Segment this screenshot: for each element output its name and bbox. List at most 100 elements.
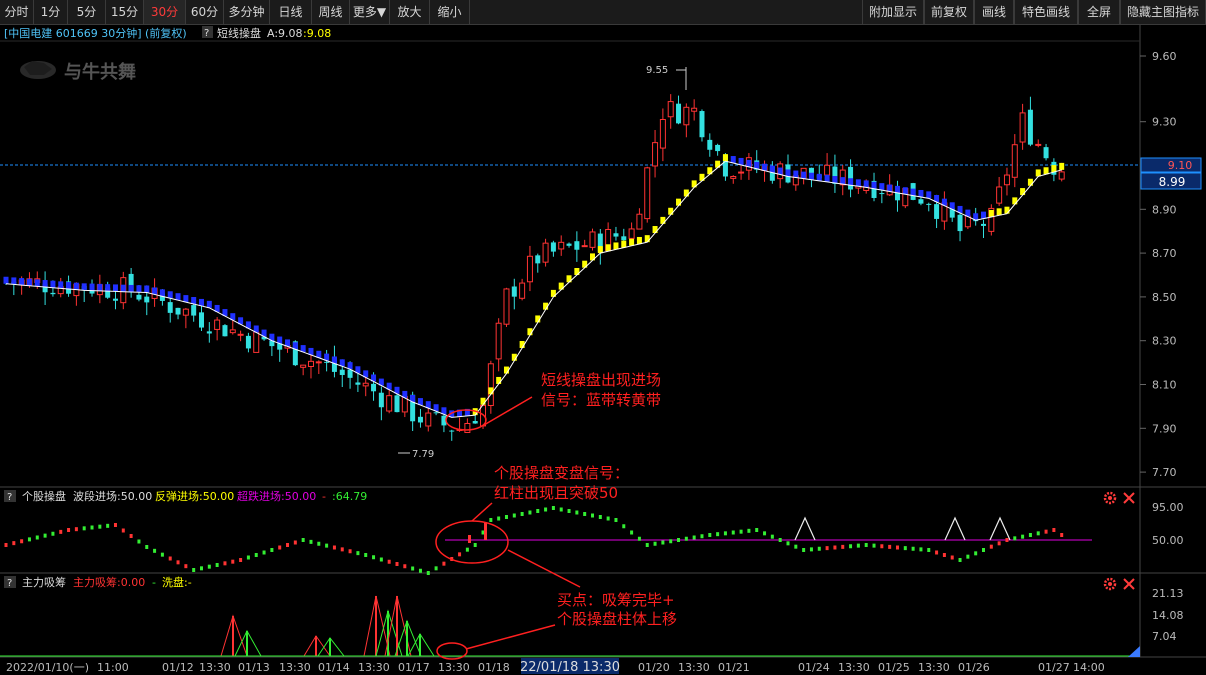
panel3-name: 主力吸筹	[22, 575, 66, 589]
band-segment	[1059, 162, 1065, 170]
toolbar-btn-4[interactable]: 30分	[144, 0, 186, 24]
panel2-dot	[856, 543, 860, 548]
panel2-dot	[286, 543, 290, 547]
panel2-dot	[332, 545, 336, 550]
band-segment	[629, 238, 635, 246]
toolbar-btn-8[interactable]: 周线	[312, 0, 350, 24]
panel2-dot	[614, 518, 618, 522]
panel2-dot	[551, 506, 555, 510]
panel2-signal-bar	[468, 535, 471, 543]
panel2-dot	[207, 564, 211, 569]
band-segment	[11, 277, 17, 285]
toolbar-right-btn-3[interactable]: 特色画线	[1014, 0, 1078, 24]
band-segment	[81, 283, 87, 291]
band-segment	[644, 235, 650, 243]
panel2-series-2: 反弹进场:50.00	[155, 489, 234, 503]
panel3-series-1: 主力吸筹:0.00	[73, 575, 145, 589]
toolbar-right-btn-5[interactable]: 隐藏主图指标	[1120, 0, 1206, 24]
panel2-dot	[458, 552, 462, 557]
panel2-dot	[215, 563, 219, 567]
panel2-dot	[888, 544, 892, 549]
y-tick-label: 8.50	[1152, 291, 1177, 304]
band-segment	[636, 236, 642, 244]
toolbar-btn-10[interactable]: 放大	[390, 0, 430, 24]
band-segment	[879, 183, 885, 191]
panel2-dot	[935, 550, 939, 555]
candle-body	[589, 231, 596, 248]
candle-body	[50, 292, 56, 295]
toolbar-right-btn-1[interactable]: 前复权	[924, 0, 974, 24]
toolbar-right-btn-4[interactable]: 全屏	[1078, 0, 1120, 24]
toolbar: 分时 1分 5分 15分 30分 60分 多分钟 日线 周线 更多▼ 放大 缩小 隐藏主图指标 全屏 特色画…	[0, 0, 1206, 25]
toolbar-btn-7[interactable]: 日线	[270, 0, 312, 24]
band-segment	[34, 279, 40, 287]
x-tick-label: 13:30	[279, 661, 311, 674]
panel2-dot	[411, 566, 415, 571]
panel2-dot	[67, 528, 71, 532]
x-tick-label: 01/12	[162, 661, 194, 674]
candle-body	[394, 395, 400, 413]
x-tick-label: 13:30	[199, 661, 231, 674]
candle-body	[472, 420, 478, 424]
band-segment	[652, 226, 658, 234]
toolbar-right-btn-0[interactable]: 附加显示	[862, 0, 924, 24]
panel2-dot	[677, 538, 681, 542]
candle-body	[691, 107, 698, 112]
candle-body	[1043, 147, 1049, 159]
panel2-signal-bar	[484, 522, 487, 540]
toolbar-btn-0[interactable]: 分时	[0, 0, 34, 24]
candle-body	[112, 298, 118, 301]
band-segment	[496, 376, 502, 384]
candle-body	[315, 361, 322, 364]
candle-body	[730, 175, 737, 179]
panel2-dot	[418, 568, 422, 573]
candle-body	[652, 142, 659, 167]
candle-body	[574, 241, 580, 250]
panel2-dot	[278, 545, 282, 550]
panel2-dot	[1060, 533, 1064, 537]
candle-body	[581, 245, 588, 248]
candle-body	[362, 382, 369, 387]
band-segment	[3, 276, 9, 284]
panel2-dot	[51, 531, 55, 536]
toolbar-right-btn-2[interactable]: 画线	[974, 0, 1014, 24]
panel2-dot	[669, 539, 673, 544]
candle-body	[464, 422, 471, 433]
toolbar-btn-1[interactable]: 1分	[34, 0, 68, 24]
panel2-dot	[716, 532, 720, 537]
band-segment	[785, 169, 791, 177]
panel2-dot	[794, 544, 798, 549]
band-segment	[871, 181, 877, 189]
candle-body	[957, 214, 963, 232]
panel2-dot	[137, 539, 141, 544]
band-segment	[1004, 206, 1010, 214]
panel2-dot	[372, 555, 376, 560]
toolbar-btn-3[interactable]: 15分	[106, 0, 144, 24]
panel2-dot	[606, 516, 610, 521]
panel2-y-tick: 50.00	[1152, 534, 1184, 547]
toolbar-btn-2[interactable]: 5分	[68, 0, 106, 24]
panel2-dot	[184, 564, 188, 569]
panel2-dot	[536, 509, 540, 513]
band-segment	[1012, 197, 1018, 205]
candle-body	[613, 233, 619, 237]
toolbar-btn-6[interactable]: 多分钟	[224, 0, 270, 24]
panel2-dot	[145, 545, 149, 549]
toolbar-btn-11[interactable]: 缩小	[430, 0, 470, 24]
candle-body	[1003, 174, 1010, 186]
toolbar-btn-5[interactable]: 60分	[186, 0, 224, 24]
panel3-y-tick: 7.04	[1152, 630, 1177, 643]
candle-body	[715, 144, 721, 152]
candle-body	[433, 412, 439, 414]
candle-body	[199, 312, 204, 328]
panel2-dot	[700, 534, 704, 539]
candle-body	[526, 255, 533, 283]
current-price-tag-text: 9.10	[1168, 159, 1193, 172]
panel2-dot	[1052, 528, 1056, 532]
panel2-dot	[575, 510, 579, 515]
band-segment	[832, 176, 838, 184]
toolbar-btn-9[interactable]: 更多▼	[350, 0, 390, 24]
panel2-dot	[958, 558, 962, 562]
band-segment	[762, 163, 768, 171]
panel2-dot	[731, 530, 735, 535]
